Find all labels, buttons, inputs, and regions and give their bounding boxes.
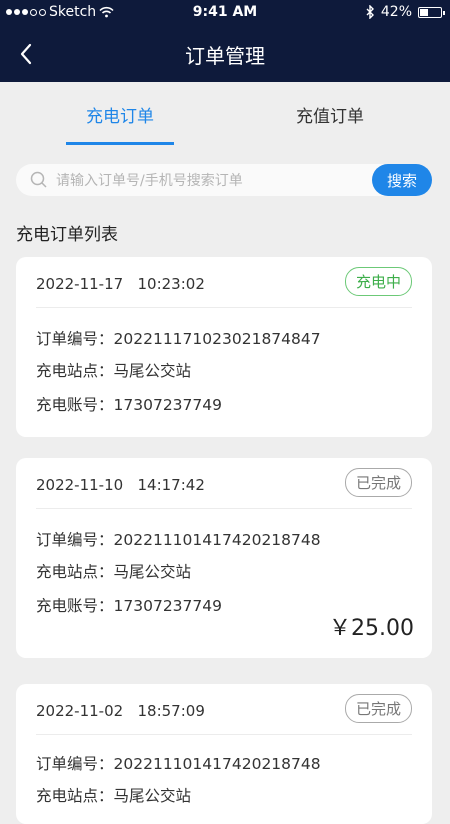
station-label: 充电站点： (36, 787, 114, 805)
order-date: 2022-11-10 (36, 476, 124, 494)
order-date: 2022-11-02 (36, 702, 124, 720)
station-row: 充电站点：马尾公交站 (36, 359, 191, 381)
account-row: 充电账号：17307237749 (36, 594, 222, 616)
station-value: 马尾公交站 (113, 787, 192, 805)
status-badge: 充电中 (344, 267, 412, 296)
tab-charging-orders[interactable]: 充电订单 (40, 102, 200, 127)
battery-percent: 42% (380, 4, 412, 20)
search-input[interactable] (54, 169, 368, 193)
status-right: 42% (366, 4, 445, 20)
status-badge: 已完成 (344, 468, 412, 497)
list-title: 充电订单列表 (16, 225, 118, 245)
order-number-value: 202211171023021874847 (113, 330, 321, 348)
card-header: 2022-11-17 10:23:02 充电中 (36, 257, 412, 308)
order-card[interactable]: 2022-11-02 18:57:09 已完成 订单编号：20221110141… (16, 684, 432, 824)
station-row: 充电站点：马尾公交站 (36, 784, 191, 806)
order-datetime: 2022-11-17 10:23:02 (36, 275, 205, 293)
order-amount: ￥25.00 (329, 616, 414, 641)
search-bar: 搜索 (16, 164, 432, 196)
account-label: 充电账号： (36, 396, 114, 414)
order-time: 18:57:09 (137, 702, 205, 720)
battery-fill (420, 8, 428, 16)
order-number-value: 202211101417420218748 (113, 755, 321, 773)
page-title: 订单管理 (185, 44, 265, 68)
tab-recharge-orders[interactable]: 充值订单 (250, 102, 410, 127)
bluetooth-icon (366, 5, 374, 19)
order-number-label: 订单编号： (36, 755, 114, 773)
order-number-value: 202211101417420218748 (113, 531, 321, 549)
order-card[interactable]: 2022-11-10 14:17:42 已完成 订单编号：20221110141… (16, 458, 432, 658)
account-label: 充电账号： (36, 597, 114, 615)
order-number-row: 订单编号：202211171023021874847 (36, 327, 321, 349)
tab-bar: 充电订单 充值订单 (0, 82, 450, 146)
station-row: 充电站点：马尾公交站 (36, 560, 191, 582)
account-value: 17307237749 (113, 597, 222, 615)
battery-icon (418, 6, 445, 18)
search-icon (30, 171, 47, 188)
card-header: 2022-11-10 14:17:42 已完成 (36, 458, 412, 509)
station-value: 马尾公交站 (113, 563, 192, 581)
order-time: 10:23:02 (137, 275, 205, 293)
account-value: 17307237749 (113, 396, 222, 414)
order-datetime: 2022-11-10 14:17:42 (36, 476, 205, 494)
active-tab-indicator (66, 142, 174, 145)
order-datetime: 2022-11-02 18:57:09 (36, 702, 205, 720)
station-label: 充电站点： (36, 362, 114, 380)
order-number-row: 订单编号：202211101417420218748 (36, 528, 321, 550)
nav-bar: 订单管理 (0, 26, 450, 82)
order-card[interactable]: 2022-11-17 10:23:02 充电中 订单编号：20221117102… (16, 257, 432, 437)
order-number-label: 订单编号： (36, 330, 114, 348)
order-date: 2022-11-17 (36, 275, 124, 293)
order-number-label: 订单编号： (36, 531, 114, 549)
order-time: 14:17:42 (137, 476, 205, 494)
station-value: 马尾公交站 (113, 362, 192, 380)
search-button[interactable]: 搜索 (372, 164, 432, 196)
status-badge: 已完成 (344, 694, 412, 723)
card-header: 2022-11-02 18:57:09 已完成 (36, 684, 412, 735)
account-row: 充电账号：17307237749 (36, 393, 222, 415)
order-number-row: 订单编号：202211101417420218748 (36, 752, 321, 774)
station-label: 充电站点： (36, 563, 114, 581)
status-bar: Sketch 9:41 AM 42% (0, 0, 450, 26)
